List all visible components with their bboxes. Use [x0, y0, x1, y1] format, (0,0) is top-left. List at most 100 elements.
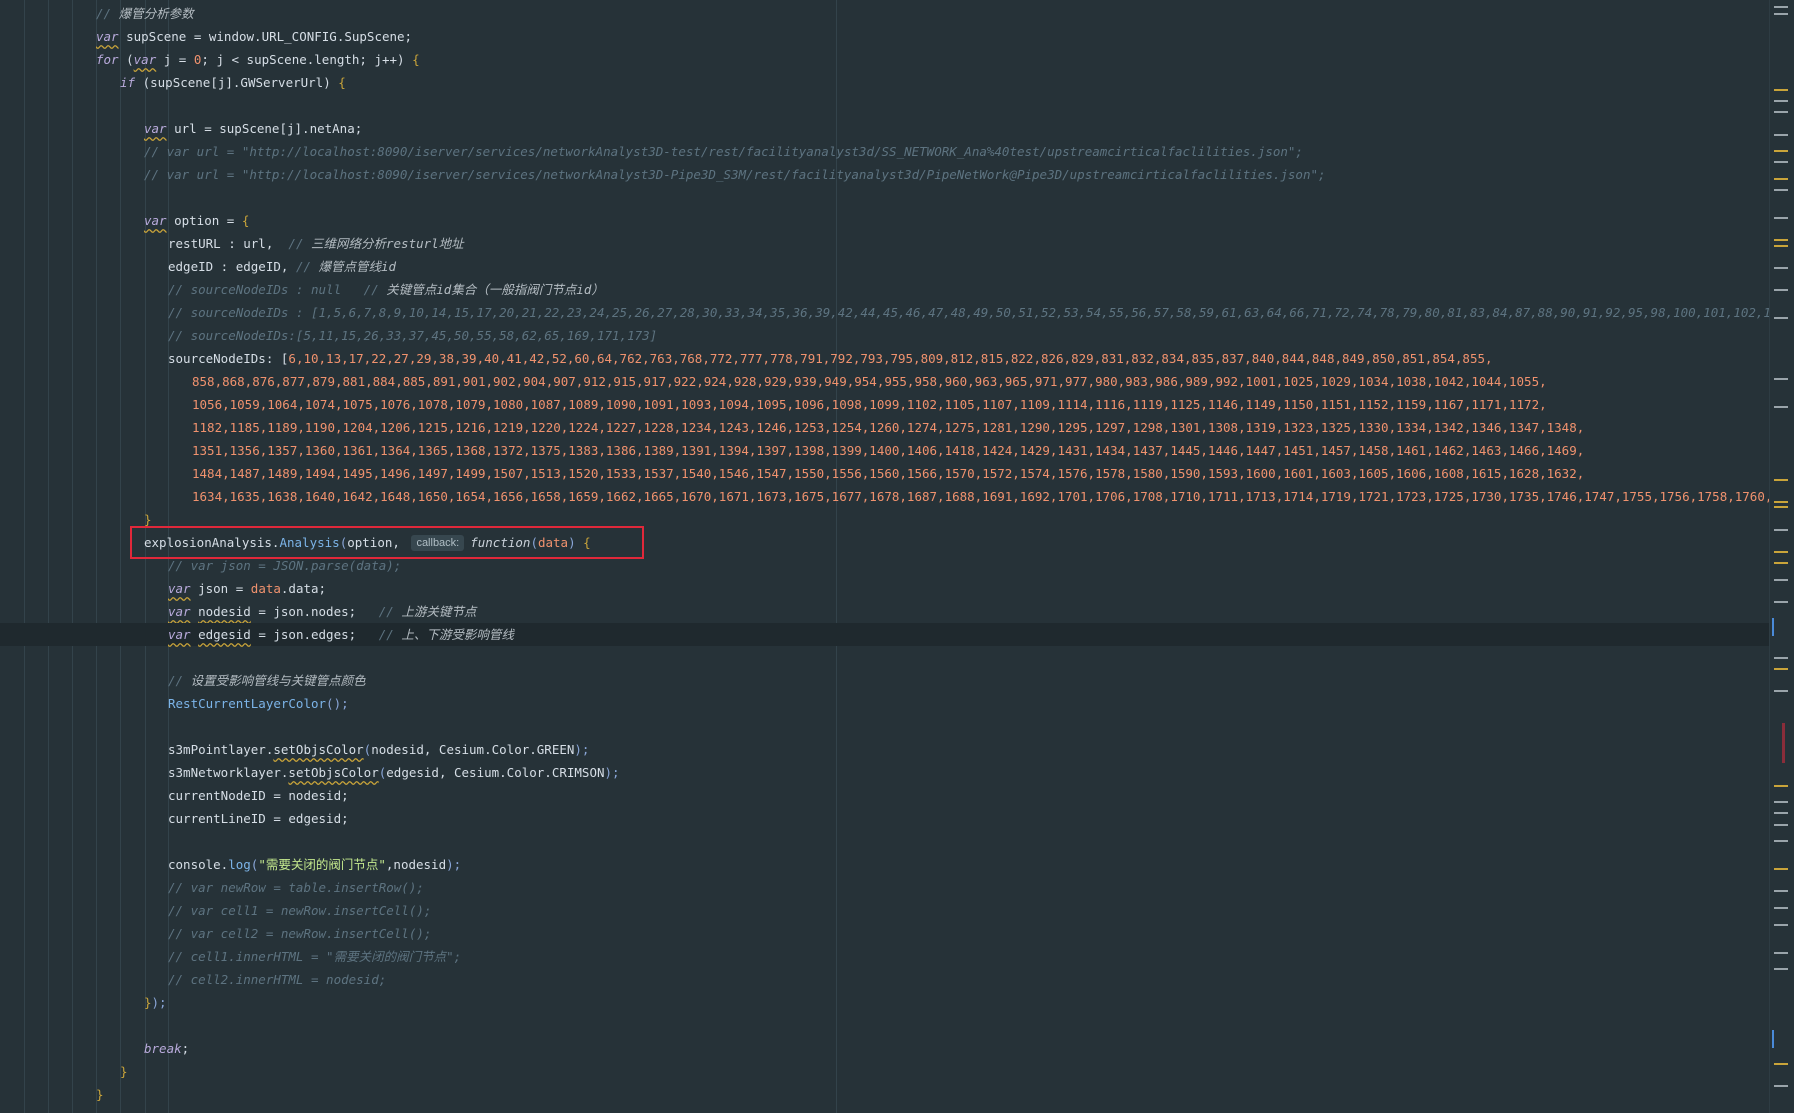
code-line-content: edgeID : edgeID, // 爆管点管线id: [0, 255, 396, 278]
code-line[interactable]: // sourceNodeIDs : [1,5,6,7,8,9,10,14,15…: [0, 301, 1770, 324]
code-line[interactable]: });: [0, 991, 167, 1014]
code-line[interactable]: // cell1.innerHTML = "需要关闭的阀门节点";: [0, 945, 461, 968]
code-token: //: [96, 6, 119, 21]
code-line-content: var option = {: [0, 209, 249, 232]
code-line[interactable]: var edgesid = json.edges; // 上、下游受影响管线: [0, 623, 1770, 646]
code-line[interactable]: edgeID : edgeID, // 爆管点管线id: [0, 255, 396, 278]
code-line[interactable]: var option = {: [0, 209, 249, 232]
code-line-content: // var url = "http://localhost:8090/iser…: [0, 163, 1326, 186]
scrollbar-marker: [1774, 578, 1788, 581]
code-line[interactable]: // sourceNodeIDs:[5,11,15,26,33,37,45,50…: [0, 324, 657, 347]
code-line[interactable]: restURL : url, // 三维网络分析resturl地址: [0, 232, 464, 255]
code-token: }: [120, 1064, 128, 1079]
code-token: // sourceNodeIDs:[5,11,15,26,33,37,45,50…: [168, 328, 658, 343]
code-token: // sourceNodeIDs : null //: [168, 282, 387, 297]
scrollbar-marker: [1774, 217, 1788, 220]
code-line[interactable]: var supScene = window.URL_CONFIG.SupScen…: [0, 25, 412, 48]
code-token: edgesid, Cesium.Color.CRIMSON: [386, 765, 605, 780]
code-token: var: [144, 213, 167, 228]
code-line[interactable]: console.log("需要关闭的阀门节点",nodesid);: [0, 853, 461, 876]
code-token: 关键管点id集合（一般指阀门节点id）: [386, 282, 604, 297]
code-token: 爆管点管线id: [318, 259, 397, 274]
code-line[interactable]: }: [0, 508, 152, 531]
code-line[interactable]: 1484,1487,1489,1494,1495,1496,1497,1499,…: [0, 462, 1584, 485]
code-token: //: [378, 604, 402, 619]
scrollbar-marker: [1772, 617, 1774, 636]
code-line[interactable]: 1056,1059,1064,1074,1075,1076,1078,1079,…: [0, 393, 1547, 416]
scrollbar-marker: [1774, 890, 1788, 893]
code-token: = json.nodes;: [250, 604, 379, 619]
code-line[interactable]: 1634,1635,1638,1640,1642,1648,1650,1654,…: [0, 485, 1770, 508]
scrollbar-marker: [1774, 289, 1788, 292]
code-line-content: // sourceNodeIDs:[5,11,15,26,33,37,45,50…: [0, 324, 657, 347]
code-line[interactable]: 858,868,876,877,879,881,884,885,891,901,…: [0, 370, 1547, 393]
code-line[interactable]: s3mPointlayer.setObjsColor(nodesid, Cesi…: [0, 738, 589, 761]
code-line[interactable]: s3mNetworklayer.setObjsColor(edgesid, Ce…: [0, 761, 620, 784]
code-line[interactable]: // sourceNodeIDs : null // 关键管点id集合（一般指阀…: [0, 278, 604, 301]
code-token: "需要关闭的阀门节点": [258, 857, 386, 872]
code-line[interactable]: 1182,1185,1189,1190,1204,1206,1215,1216,…: [0, 416, 1584, 439]
code-token: var: [144, 121, 167, 136]
code-line[interactable]: var json = data.data;: [0, 577, 326, 600]
code-line[interactable]: currentNodeID = nodesid;: [0, 784, 349, 807]
code-token: var: [96, 29, 119, 44]
code-line[interactable]: currentLineID = edgesid;: [0, 807, 349, 830]
code-line[interactable]: }: [0, 1060, 128, 1083]
code-token: 6,10,13,17,22,27,29,38,39,40,41,42,52,60…: [288, 351, 1493, 366]
code-line[interactable]: RestCurrentLayerColor();: [0, 692, 349, 715]
scrollbar-marker: [1774, 690, 1788, 693]
code-line-content: var supScene = window.URL_CONFIG.SupScen…: [0, 25, 412, 48]
code-line[interactable]: var nodesid = json.nodes; // 上游关键节点: [0, 600, 476, 623]
code-line-content: currentLineID = edgesid;: [0, 807, 349, 830]
scrollbar-marker: [1774, 378, 1788, 381]
code-token: (: [118, 52, 134, 67]
code-line-content: if (supScene[j].GWServerUrl) {: [0, 71, 346, 94]
code-line[interactable]: // cell2.innerHTML = nodesid;: [0, 968, 386, 991]
code-line[interactable]: sourceNodeIDs: [6,10,13,17,22,27,29,38,3…: [0, 347, 1493, 370]
scrollbar-marker: [1774, 506, 1788, 509]
code-token: 三维网络分析resturl地址: [311, 236, 464, 251]
code-line[interactable]: for (var j = 0; j < supScene.length; j++…: [0, 48, 420, 71]
code-line[interactable]: // var cell2 = newRow.insertCell();: [0, 922, 431, 945]
scrollbar-minimap[interactable]: [1769, 0, 1794, 1113]
code-line[interactable]: // var newRow = table.insertRow();: [0, 876, 424, 899]
code-token: currentNodeID = nodesid;: [168, 788, 349, 803]
code-token: s3mPointlayer.: [168, 742, 274, 757]
code-line[interactable]: var url = supScene[j].netAna;: [0, 117, 362, 140]
code-line-content: }: [0, 508, 152, 531]
code-token: edgeID : edgeID,: [168, 259, 296, 274]
code-token: );: [604, 765, 620, 780]
scrollbar-marker: [1774, 150, 1788, 153]
code-line-content: var edgesid = json.edges; // 上、下游受影响管线: [0, 623, 1770, 646]
scrollbar-marker: [1774, 951, 1788, 954]
scrollbar-marker: [1774, 923, 1788, 926]
code-token: //: [168, 673, 191, 688]
code-line[interactable]: // var url = "http://localhost:8090/iser…: [0, 163, 1326, 186]
code-token: 1634,1635,1638,1640,1642,1648,1650,1654,…: [192, 489, 1770, 504]
code-token: 上、下游受影响管线: [401, 627, 514, 642]
scrollbar-marker: [1774, 161, 1788, 164]
code-line[interactable]: 1351,1356,1357,1360,1361,1364,1365,1368,…: [0, 439, 1584, 462]
code-line[interactable]: // var cell1 = newRow.insertCell();: [0, 899, 431, 922]
scrollbar-marker: [1774, 667, 1788, 670]
code-token: s3mNetworklayer.: [168, 765, 289, 780]
code-token: setObjsColor: [273, 742, 364, 757]
scrollbar-marker: [1774, 812, 1788, 815]
code-line-content: 1056,1059,1064,1074,1075,1076,1078,1079,…: [0, 393, 1547, 416]
code-line[interactable]: // var url = "http://localhost:8090/iser…: [0, 140, 1303, 163]
code-editor[interactable]: // 爆管分析参数 var supScene = window.URL_CONFI…: [0, 0, 1770, 1113]
code-line[interactable]: break;: [0, 1037, 189, 1060]
scrollbar-marker: [1774, 907, 1788, 910]
code-line-content: // var cell2 = newRow.insertCell();: [0, 922, 431, 945]
code-line[interactable]: // 设置受影响管线与关键管点颜色: [0, 669, 366, 692]
code-token: currentLineID = edgesid;: [168, 811, 349, 826]
code-line-content: break;: [0, 1037, 189, 1060]
code-token: ,nodesid: [385, 857, 447, 872]
code-line[interactable]: }: [0, 1083, 104, 1106]
code-line[interactable]: if (supScene[j].GWServerUrl) {: [0, 71, 346, 94]
code-line-content: });: [0, 991, 167, 1014]
code-line[interactable]: // 爆管分析参数: [0, 2, 194, 25]
scrollbar-marker: [1774, 601, 1788, 604]
code-token: for: [96, 52, 119, 67]
